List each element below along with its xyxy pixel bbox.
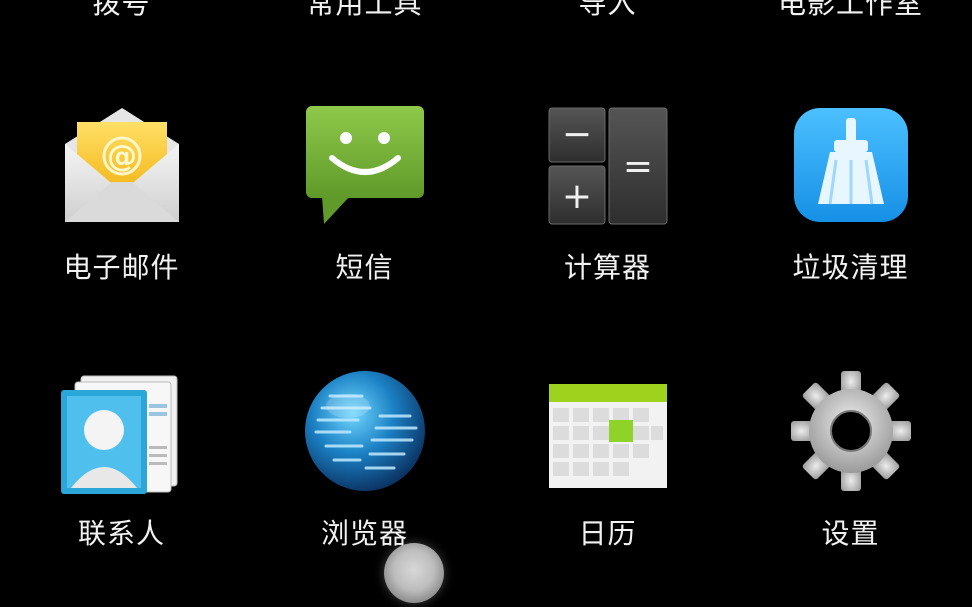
app-drawer-screen: 拨号 常用工具 导入 电影工作室 @ 电子邮件 短信 − = + 计算器 垃圾清…	[0, 0, 972, 607]
app-email[interactable]: @ 电子邮件	[0, 100, 243, 290]
touch-indicator	[384, 543, 444, 603]
app-label: 短信	[335, 251, 394, 284]
equals-key: =	[622, 146, 652, 187]
gear-icon	[786, 366, 916, 496]
app-label: 设置	[821, 517, 880, 550]
app-label: 电影工作室	[777, 0, 923, 20]
broom-cleaner-icon	[786, 100, 916, 230]
contacts-icon	[57, 366, 187, 496]
app-label: 日历	[578, 517, 637, 550]
minus-key: −	[561, 114, 591, 155]
calculator-icon: − = +	[543, 100, 673, 230]
app-browser[interactable]: 浏览器	[243, 366, 486, 556]
app-cleaner[interactable]: 垃圾清理	[729, 100, 972, 290]
app-label: 导入	[578, 0, 637, 20]
app-movie-studio[interactable]: 电影工作室	[729, 0, 972, 24]
app-contacts[interactable]: 联系人	[0, 366, 243, 556]
app-settings[interactable]: 设置	[729, 366, 972, 556]
app-sms[interactable]: 短信	[243, 100, 486, 290]
app-label: 电子邮件	[63, 251, 180, 284]
email-envelope-icon: @	[57, 100, 187, 230]
app-common-tools[interactable]: 常用工具	[243, 0, 486, 24]
globe-browser-icon	[300, 366, 430, 496]
app-label: 联系人	[77, 517, 165, 550]
app-import[interactable]: 导入	[486, 0, 729, 24]
app-calculator[interactable]: − = + 计算器	[486, 100, 729, 290]
app-label: 常用工具	[306, 0, 423, 20]
plus-key: +	[561, 176, 591, 217]
app-dialer[interactable]: 拨号	[0, 0, 243, 24]
app-label: 拨号	[92, 0, 151, 20]
sms-bubble-icon	[300, 100, 430, 230]
app-label: 垃圾清理	[792, 251, 909, 284]
app-label: 计算器	[563, 251, 651, 284]
calendar-icon	[543, 366, 673, 496]
app-calendar[interactable]: 日历	[486, 366, 729, 556]
email-at-symbol: @	[107, 139, 137, 174]
